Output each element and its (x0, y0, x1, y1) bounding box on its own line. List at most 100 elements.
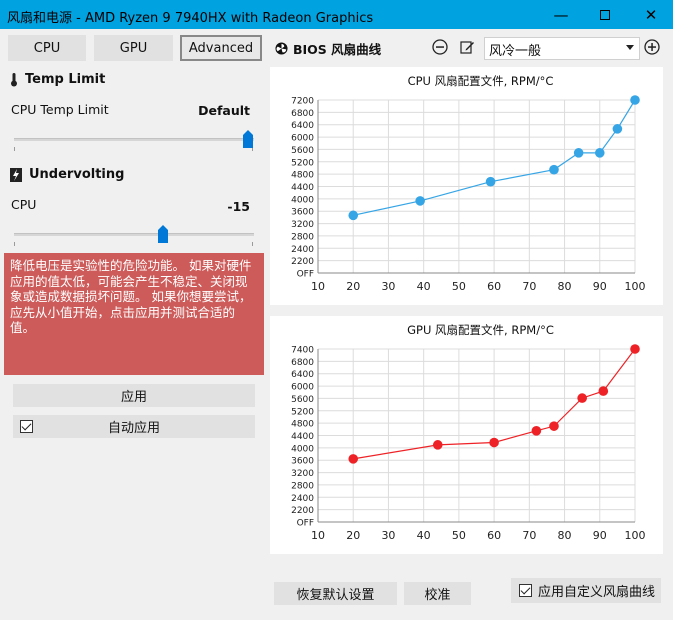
x-tick-label: 60 (487, 280, 501, 293)
x-tick-label: 90 (593, 280, 607, 293)
y-tick-label: 5600 (291, 395, 314, 405)
rename-preset-button[interactable] (457, 37, 477, 57)
gpu-fan-chart-svg: GPU 风扇配置文件, RPM/°C OFF 2200 2400 2800 3200 360… (291, 323, 646, 542)
x-tick-label: 90 (593, 529, 607, 542)
undervolting-title: Undervolting (29, 167, 125, 182)
temp-limit-slider[interactable] (14, 138, 254, 141)
y-tick-label: 6000 (291, 383, 314, 393)
tab-gpu-label: GPU (119, 40, 148, 56)
y-tick-label: 2200 (291, 506, 314, 516)
maximize-icon (600, 9, 610, 20)
data-point (577, 393, 587, 403)
custom-curve-checkbox[interactable]: 应用自定义风扇曲线 (511, 578, 661, 603)
temp-limit-title: Temp Limit (25, 72, 106, 87)
x-tick-label: 40 (417, 280, 431, 293)
add-preset-button[interactable] (642, 37, 662, 57)
cpu-fan-chart-svg: CPU 风扇配置文件, RPM/°C OFF 2200 2400 2800 3200 360… (291, 74, 646, 293)
x-tick-label: 30 (381, 280, 395, 293)
data-point (549, 164, 559, 175)
data-point (348, 454, 359, 464)
y-tick-label: 6800 (291, 358, 314, 368)
y-tick-label: 2200 (291, 257, 314, 267)
x-tick-label: 30 (381, 529, 395, 542)
minus-circle-icon (432, 39, 448, 55)
thermometer-icon (11, 72, 17, 86)
y-tick-label: OFF (297, 270, 314, 280)
lightning-icon (10, 167, 22, 182)
cpu-temp-limit-value: Default (198, 103, 250, 118)
data-point (573, 148, 584, 158)
window-title: 风扇和电源 - AMD Ryzen 9 7940HX with Radeon G… (7, 11, 374, 26)
y-tick-label: 2400 (291, 245, 314, 255)
fan-mode-value: 风冷一般 (489, 44, 542, 59)
temp-limit-heading: Temp Limit (10, 72, 105, 87)
y-tick-label: 2800 (291, 481, 314, 491)
slider-tick (14, 147, 15, 151)
data-point (630, 95, 640, 105)
tab-cpu[interactable]: CPU (8, 35, 86, 61)
x-tick-label: 100 (625, 280, 646, 293)
x-tick-label: 10 (311, 529, 325, 542)
tab-cpu-label: CPU (33, 40, 61, 56)
y-tick-label: 6400 (291, 121, 314, 131)
undervolt-cpu-value: -15 (227, 199, 250, 214)
temp-limit-slider-thumb[interactable] (243, 130, 253, 148)
undervolt-slider[interactable] (14, 233, 254, 236)
undervolt-warning: 降低电压是实验性的危险功能。 如果对硬件应用的值太低，可能会产生不稳定、关闭现象… (4, 253, 264, 375)
y-tick-label: 4000 (291, 195, 314, 205)
data-point (598, 386, 609, 396)
custom-curve-label: 应用自定义风扇曲线 (538, 585, 656, 600)
y-tick-label: 6400 (291, 370, 314, 380)
fan-mode-select[interactable]: 风冷一般 (484, 37, 640, 60)
y-tick-label: 7400 (291, 346, 314, 356)
x-tick-label: 50 (452, 280, 466, 293)
tab-gpu[interactable]: GPU (94, 35, 173, 61)
data-point (594, 148, 605, 158)
undervolt-cpu-label: CPU (11, 197, 37, 212)
y-tick-label: 4000 (291, 444, 314, 454)
chevron-down-icon (626, 45, 634, 50)
calibrate-button[interactable]: 校准 (404, 582, 471, 605)
x-tick-label: 100 (625, 529, 646, 542)
y-tick-label: 5200 (291, 158, 314, 168)
y-tick-label: 3600 (291, 457, 314, 467)
y-tick-label: 4400 (291, 432, 314, 442)
data-point (489, 437, 499, 448)
close-button[interactable]: ✕ (629, 0, 673, 29)
undervolt-slider-thumb[interactable] (158, 225, 168, 243)
apply-button[interactable]: 应用 (13, 384, 255, 407)
x-tick-label: 80 (558, 529, 572, 542)
x-tick-label: 70 (522, 280, 536, 293)
calibrate-label: 校准 (424, 588, 451, 603)
y-tick-label: 3200 (291, 469, 314, 479)
x-tick-label: 50 (452, 529, 466, 542)
edit-icon (460, 41, 474, 54)
undervolting-heading: Undervolting (10, 167, 124, 182)
x-tick-label: 20 (346, 280, 360, 293)
data-point (612, 124, 623, 134)
cpu-temp-limit-label: CPU Temp Limit (11, 102, 109, 117)
gpu-fan-chart[interactable]: GPU 风扇配置文件, RPM/°C OFF 2200 2400 2800 3200 360… (270, 316, 663, 554)
minimize-button[interactable]: — (539, 0, 583, 29)
tab-advanced[interactable]: Advanced (180, 35, 262, 61)
chart-title: GPU 风扇配置文件, RPM/°C (407, 323, 554, 337)
fan-curve-header: BIOS 风扇曲线 (275, 39, 381, 58)
auto-apply-label: 自动应用 (107, 421, 160, 436)
cpu-fan-chart[interactable]: CPU 风扇配置文件, RPM/°C OFF 2200 2400 2800 3200 360… (270, 67, 663, 305)
maximize-button[interactable] (583, 0, 627, 29)
y-tick-label: 2800 (291, 232, 314, 242)
close-icon: ✕ (644, 5, 658, 24)
auto-apply-checkbox[interactable]: 自动应用 (13, 415, 255, 438)
remove-preset-button[interactable] (430, 37, 450, 57)
x-tick-label: 40 (417, 529, 431, 542)
y-tick-label: OFF (297, 519, 314, 529)
y-tick-label: 5600 (291, 146, 314, 156)
data-point (531, 426, 542, 436)
y-tick-label: 3600 (291, 208, 314, 218)
y-tick-label: 4800 (291, 420, 314, 430)
fan-icon (275, 42, 288, 55)
y-tick-label: 7200 (291, 97, 314, 107)
data-point (415, 196, 425, 206)
data-point (432, 440, 443, 450)
reset-defaults-button[interactable]: 恢复默认设置 (274, 582, 397, 605)
